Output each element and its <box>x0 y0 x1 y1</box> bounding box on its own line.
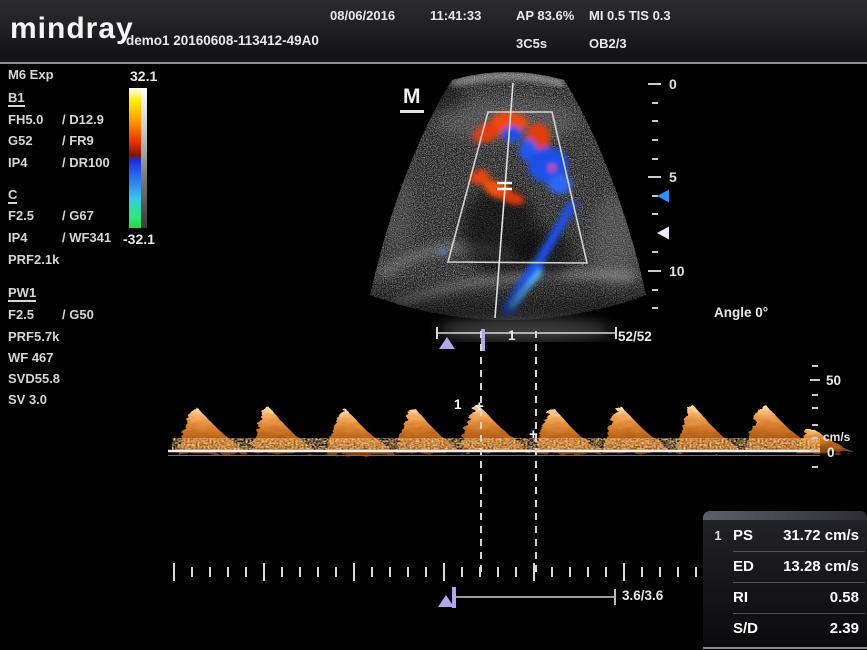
depth-ruler: 0 5 10 <box>645 62 705 322</box>
depth-tick-5: 5 <box>669 169 677 185</box>
ultrasound-screen: mindray demo1 20160608-113412-49A0 08/06… <box>0 0 867 650</box>
result-row-ed: ED 13.28 cm/s <box>703 551 867 582</box>
color-scale-bar <box>129 88 147 228</box>
velocity-scale-max: 50 <box>826 374 841 388</box>
result-row-ps: 1 PS 31.72 cm/s <box>703 520 867 551</box>
velocity-unit-label: cm/s <box>823 431 850 443</box>
result-index: 1 <box>703 528 733 543</box>
b-mode-section-label: B1 <box>8 91 25 107</box>
b-param-row: G52/ FR9 <box>8 134 33 147</box>
color-mode-section-label: C <box>8 188 17 204</box>
c-param-row: F2.5/ G67 <box>8 209 34 222</box>
doppler-angle-label: Angle 0° <box>714 306 768 320</box>
pw-svd-label: SVD55.8 <box>8 372 60 385</box>
color-focus-arrow-icon[interactable] <box>657 190 669 203</box>
sweep-triangle-marker[interactable] <box>438 595 454 607</box>
gray-gradient <box>141 88 147 228</box>
colorbar-max-label: 32.1 <box>130 69 157 83</box>
ed-caliper-line[interactable] <box>535 331 537 578</box>
exam-preset[interactable]: OB2/3 <box>589 37 627 50</box>
date: 08/06/2016 <box>330 9 395 22</box>
b-param-row: FH5.0/ D12.9 <box>8 113 43 126</box>
measurement-results-panel: 1 PS 31.72 cm/s ED 13.28 cm/s RI 0.58 S/… <box>703 511 867 649</box>
pw-mode-section-label: PW1 <box>8 286 36 302</box>
velocity-scale-zero: 0 <box>827 446 835 460</box>
header-bar: mindray demo1 20160608-113412-49A0 08/06… <box>0 0 867 62</box>
velocity-scale-ticks <box>810 366 820 467</box>
results-panel-cap <box>703 511 867 520</box>
time: 11:41:33 <box>430 9 481 22</box>
acoustic-power: AP 83.6% <box>516 9 574 22</box>
colorbar-min-label: -32.1 <box>123 232 155 246</box>
caliper-triangle-marker[interactable] <box>439 337 455 349</box>
ps-caliper-cross[interactable]: + <box>475 398 484 415</box>
ps-caliper-line[interactable] <box>480 331 482 578</box>
focus-arrow-icon[interactable] <box>657 227 669 240</box>
pw-param-row: F2.5/ G50 <box>8 308 34 321</box>
spectral-caliper-number: 1 <box>454 398 462 412</box>
imaging-mode-label: M6 Exp <box>8 68 54 81</box>
mindray-logo: mindray <box>10 12 134 46</box>
pw-wall-filter-label: WF 467 <box>8 351 54 364</box>
caliper-number-label: 1 <box>508 329 516 343</box>
sweep-time-label: 3.6/3.6 <box>622 589 663 603</box>
depth-tick-0: 0 <box>669 76 677 92</box>
sweep-position-handle[interactable] <box>452 587 456 608</box>
result-row-sd: S/D 2.39 <box>703 613 867 644</box>
mi-tis-values: MI 0.5 TIS 0.3 <box>589 9 671 22</box>
b-param-row: IP4/ DR100 <box>8 156 28 169</box>
frame-counter: 52/52 <box>618 330 652 344</box>
m-mode-marker-label: M <box>400 85 424 113</box>
result-row-ri: RI 0.58 <box>703 582 867 613</box>
pw-prf-label: PRF5.7k <box>8 330 59 343</box>
pw-sv-label: SV 3.0 <box>8 393 47 406</box>
c-param-row: IP4/ WF341 <box>8 231 28 244</box>
patient-id: demo1 20160608-113412-49A0 <box>126 34 319 48</box>
spectral-doppler-trace <box>160 350 867 482</box>
probe-name[interactable]: 3C5s <box>516 37 547 50</box>
c-prf-label: PRF2.1k <box>8 253 59 266</box>
doppler-color-gradient <box>129 88 141 228</box>
ed-caliper-cross[interactable]: + <box>529 426 538 443</box>
b-mode-image[interactable] <box>340 62 660 342</box>
depth-tick-10: 10 <box>669 263 685 279</box>
